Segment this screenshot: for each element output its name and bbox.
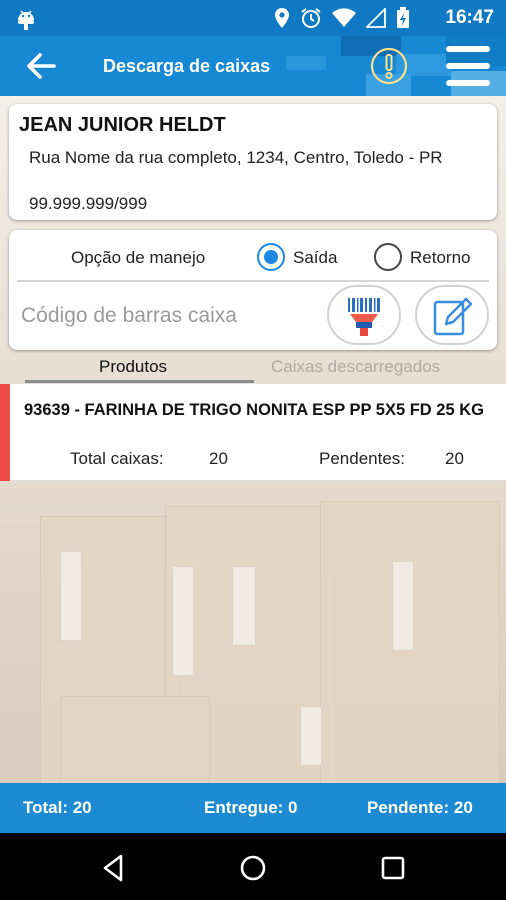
summary-total: Total: 20 [23, 798, 92, 817]
menu-icon [446, 46, 490, 52]
client-address: Rua Nome da rua completo, 1234, Centro, … [29, 148, 443, 167]
radio-retorno-label[interactable]: Retorno [410, 248, 470, 268]
radio-saida-label[interactable]: Saída [293, 248, 337, 268]
client-document: 99.999.999/999 [29, 194, 148, 213]
divider [17, 280, 489, 282]
pending-value: 20 [445, 449, 464, 468]
page-title: Descarga de caixas [103, 56, 271, 76]
battery-icon [397, 7, 409, 28]
alert-icon[interactable] [369, 46, 409, 86]
menu-button[interactable] [443, 44, 493, 88]
clock: 16:47 [445, 7, 494, 28]
summary-delivered: Entregue: 0 [204, 798, 298, 817]
edit-icon [433, 297, 473, 336]
scan-button[interactable] [327, 285, 401, 345]
total-label: Total caixas: [70, 449, 164, 468]
nav-back-icon[interactable] [96, 851, 130, 885]
back-arrow-icon[interactable] [24, 50, 58, 82]
handling-card: Opção de manejo Saída Retorno [9, 230, 497, 350]
total-value: 20 [209, 449, 228, 468]
radio-saida[interactable] [257, 243, 285, 271]
client-card: JEAN JUNIOR HELDT Rua Nome da rua comple… [9, 104, 497, 220]
navigation-bar [0, 833, 506, 900]
product-description: 93639 - FARINHA DE TRIGO NONITA ESP PP 5… [24, 401, 484, 419]
manual-entry-button[interactable] [415, 285, 489, 345]
pending-label: Pendentes: [319, 449, 406, 468]
barcode-scanner-icon [348, 298, 380, 336]
location-icon [275, 8, 289, 28]
list-item[interactable]: 93639 - FARINHA DE TRIGO NONITA ESP PP 5… [0, 384, 506, 481]
tab-caixas-descarregados[interactable]: Caixas descarregados [271, 357, 440, 377]
nav-home-icon[interactable] [236, 851, 270, 885]
tab-produtos[interactable]: Produtos [99, 357, 167, 377]
tab-bar: Produtos Caixas descarregados [0, 355, 506, 383]
status-bar: 16:47 [0, 0, 506, 36]
android-icon [18, 10, 34, 30]
summary-pending: Pendente: 20 [367, 798, 473, 817]
handling-label: Opção de manejo [71, 248, 206, 267]
app-bar: Descarga de caixas [0, 36, 506, 96]
tab-indicator [25, 380, 254, 383]
signal-icon [366, 8, 386, 28]
wifi-icon [332, 8, 356, 27]
nav-recents-icon[interactable] [376, 851, 410, 885]
barcode-input[interactable] [21, 300, 321, 332]
alarm-icon [301, 8, 321, 28]
client-name: JEAN JUNIOR HELDT [19, 114, 226, 136]
radio-retorno[interactable] [374, 243, 402, 271]
status-indicator [0, 384, 10, 481]
summary-bar: Total: 20 Entregue: 0 Pendente: 20 [0, 783, 506, 833]
